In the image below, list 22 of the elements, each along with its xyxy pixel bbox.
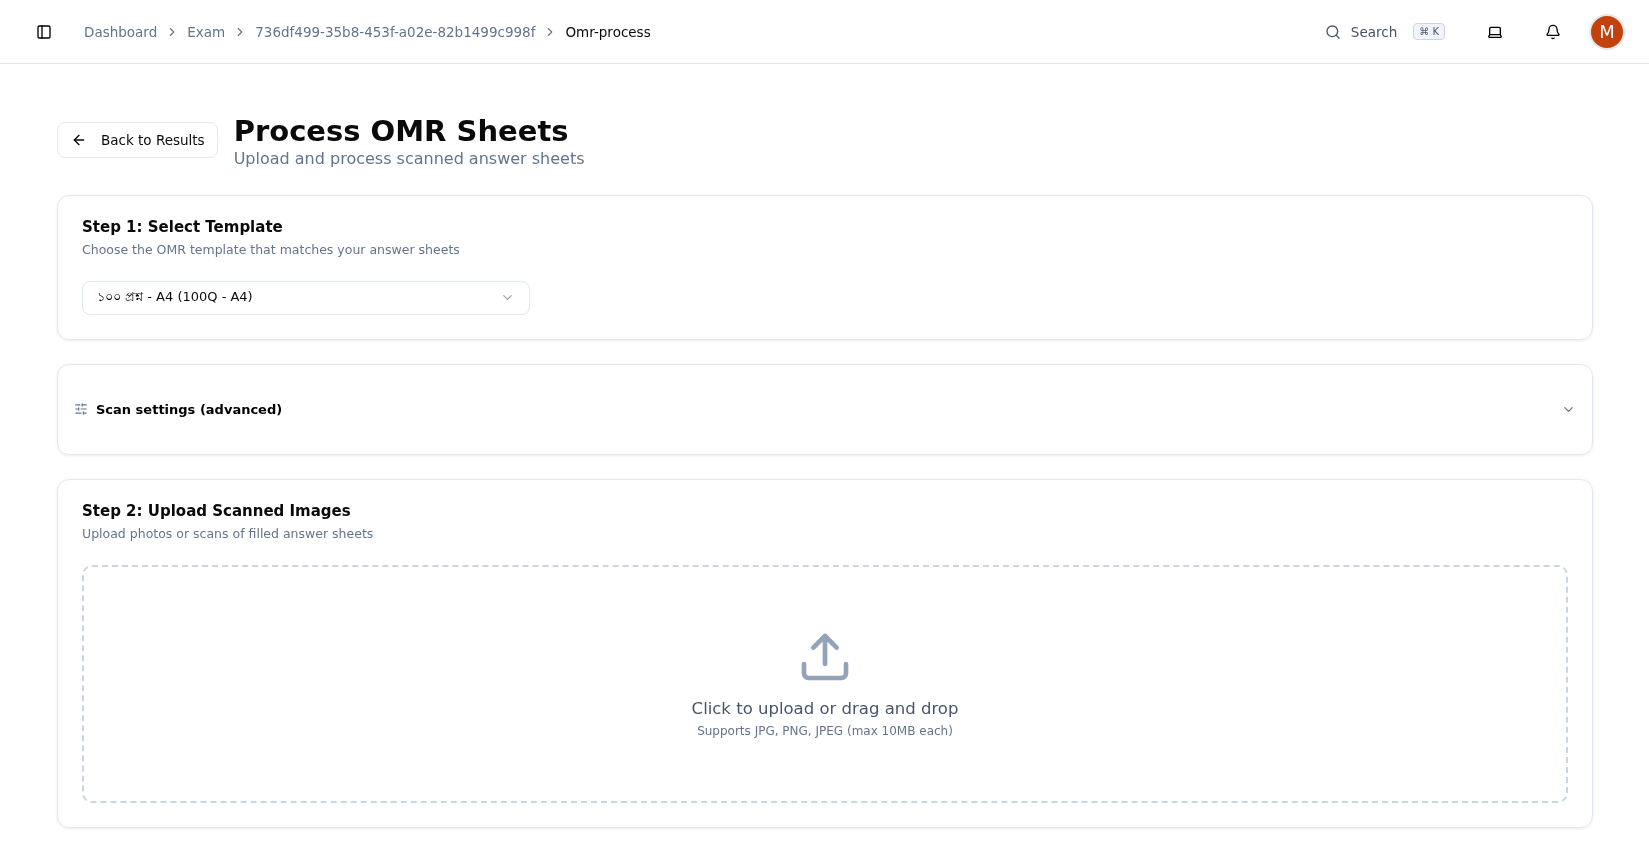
search-icon [1324,23,1341,40]
page-subtitle: Upload and process scanned answer sheets [233,148,585,168]
sliders-icon [74,402,88,417]
card-description: Choose the OMR template that matches your answer sheets [82,241,461,257]
breadcrumb-link[interactable]: Omr-process [565,23,651,40]
page-title: Process OMR Sheets [233,114,570,149]
arrow-left-icon [71,132,87,148]
search-button[interactable]: Search ⌘ K [1318,19,1451,44]
scan-settings-toggle[interactable]: Scan settings (advanced) [74,364,1576,454]
breadcrumb-link[interactable]: Dashboard [84,23,158,40]
breadcrumb-link[interactable]: 736df499-35b8-453f-a02e-82b1499c998f [255,23,536,40]
upload-dropzone[interactable]: Click to upload or drag and drop Supports JPG, PNG, JPEG (max 10MB each) [82,564,1568,803]
card-title: Step 1: Select Template [82,217,284,236]
dropzone-title: Click to upload or drag and drop [691,699,959,719]
shortcut-key: ⌘ K [1413,23,1445,40]
user-avatar[interactable]: M [1589,13,1625,50]
template-select[interactable]: ১০০ প্রশ্ন - A4 (100Q - A4) [82,280,530,315]
breadcrumb-link[interactable]: Exam [187,23,226,40]
dropzone-hint: Supports JPG, PNG, JPEG (max 10MB each) [697,724,953,739]
card-title: Step 2: Upload Scanned Images [82,501,352,520]
back-button[interactable]: Back to Results [57,122,218,158]
card-description: Upload photos or scans of filled answer sheets [82,525,375,541]
